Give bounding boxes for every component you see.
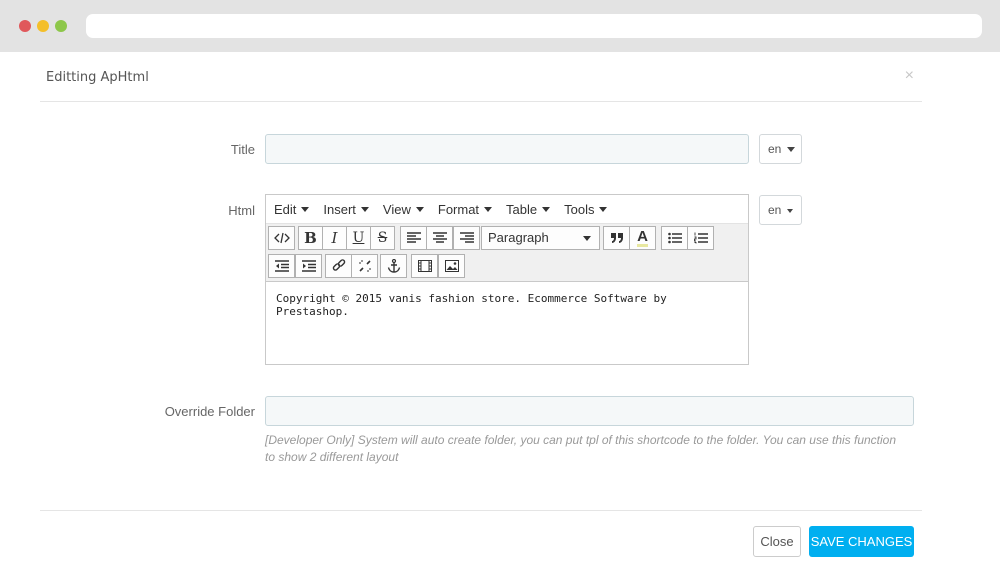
indent-icon bbox=[301, 260, 316, 272]
italic-button[interactable]: I bbox=[322, 226, 347, 250]
title-language-label: en bbox=[768, 142, 782, 156]
browser-chrome bbox=[0, 0, 1000, 52]
underline-button[interactable]: U bbox=[346, 226, 371, 250]
override-folder-input[interactable] bbox=[265, 396, 914, 426]
image-icon bbox=[444, 260, 459, 272]
menu-insert[interactable]: Insert bbox=[317, 202, 375, 217]
menu-label: Table bbox=[506, 201, 538, 217]
modal-header: Editting ApHtml × bbox=[40, 52, 922, 102]
menu-edit[interactable]: Edit bbox=[268, 202, 315, 217]
editor-content-area[interactable]: Copyright © 2015 vanis fashion store. Ec… bbox=[266, 282, 748, 328]
override-folder-label: Override Folder bbox=[164, 404, 255, 419]
close-icon[interactable]: × bbox=[905, 67, 914, 85]
modal-title: Editting ApHtml bbox=[46, 70, 149, 85]
caret-down-icon bbox=[484, 206, 493, 212]
window-close-dot[interactable] bbox=[19, 20, 31, 32]
caret-down-icon bbox=[360, 206, 369, 212]
align-right-button[interactable] bbox=[453, 226, 480, 250]
bold-button[interactable]: B bbox=[298, 226, 323, 250]
html-language-dropdown[interactable]: en bbox=[759, 195, 802, 225]
numbered-list-icon bbox=[693, 232, 708, 244]
window-minimize-dot[interactable] bbox=[37, 20, 49, 32]
caret-down-icon bbox=[599, 206, 608, 212]
caret-down-icon bbox=[583, 236, 591, 241]
insert-media-button[interactable] bbox=[411, 254, 438, 278]
underline-icon: U bbox=[352, 230, 365, 246]
address-bar[interactable] bbox=[86, 14, 982, 38]
align-left-icon bbox=[406, 232, 421, 243]
window-maximize-dot[interactable] bbox=[55, 20, 67, 32]
media-icon bbox=[417, 260, 432, 272]
menu-label: Format bbox=[437, 201, 480, 217]
bullet-list-button[interactable] bbox=[661, 226, 688, 250]
caret-down-icon bbox=[415, 206, 424, 212]
menu-label: Tools bbox=[564, 201, 595, 217]
html-label: Html bbox=[228, 203, 255, 218]
menu-label: Insert bbox=[323, 201, 356, 217]
blockquote-button[interactable] bbox=[603, 226, 630, 250]
modal-footer-divider bbox=[40, 510, 922, 511]
unlink-icon bbox=[358, 260, 371, 272]
close-button[interactable]: Close bbox=[753, 526, 801, 557]
strikethrough-button[interactable]: S bbox=[370, 226, 395, 250]
menu-view[interactable]: View bbox=[377, 202, 430, 217]
override-folder-help-text: [Developer Only] System will auto create… bbox=[265, 433, 897, 464]
source-code-button[interactable] bbox=[268, 226, 295, 250]
save-changes-button[interactable]: SAVE CHANGES bbox=[809, 526, 914, 557]
unlink-button[interactable] bbox=[351, 254, 378, 278]
menu-label: Edit bbox=[274, 201, 297, 217]
align-right-icon bbox=[459, 232, 474, 243]
bullet-list-icon bbox=[667, 232, 682, 244]
caret-down-icon bbox=[786, 147, 795, 153]
toolbar-row-2 bbox=[266, 252, 748, 280]
bold-icon: B bbox=[304, 229, 317, 247]
rich-text-editor: Edit Insert View Format Table Tools B I … bbox=[265, 194, 749, 365]
text-color-button[interactable]: A bbox=[629, 226, 656, 250]
strikethrough-icon: S bbox=[377, 230, 388, 246]
editor-toolbar: B I U S Paragraph A bbox=[266, 224, 748, 282]
text-color-icon: A bbox=[637, 228, 648, 247]
menu-format[interactable]: Format bbox=[432, 202, 498, 217]
link-icon bbox=[332, 259, 345, 271]
numbered-list-button[interactable] bbox=[687, 226, 714, 250]
align-center-icon bbox=[432, 232, 447, 243]
format-select-value: Paragraph bbox=[488, 230, 549, 245]
insert-link-button[interactable] bbox=[325, 254, 352, 278]
caret-down-icon bbox=[786, 208, 793, 213]
title-language-dropdown[interactable]: en bbox=[759, 134, 802, 164]
menu-tools[interactable]: Tools bbox=[558, 202, 613, 217]
blockquote-icon bbox=[610, 233, 623, 243]
align-left-button[interactable] bbox=[400, 226, 427, 250]
anchor-icon bbox=[387, 259, 400, 273]
caret-down-icon bbox=[542, 206, 551, 212]
title-input[interactable] bbox=[265, 134, 749, 164]
caret-down-icon bbox=[301, 206, 310, 212]
italic-icon: I bbox=[331, 229, 338, 247]
outdent-icon bbox=[274, 260, 289, 272]
code-icon bbox=[273, 232, 290, 244]
menu-table[interactable]: Table bbox=[500, 202, 556, 217]
title-label: Title bbox=[230, 142, 255, 157]
align-center-button[interactable] bbox=[426, 226, 453, 250]
menu-label: View bbox=[382, 201, 411, 217]
insert-image-button[interactable] bbox=[438, 254, 465, 278]
editor-menubar: Edit Insert View Format Table Tools bbox=[266, 195, 748, 224]
toolbar-row-1: B I U S Paragraph A bbox=[266, 224, 748, 252]
anchor-button[interactable] bbox=[380, 254, 407, 278]
outdent-button[interactable] bbox=[268, 254, 295, 278]
format-select[interactable]: Paragraph bbox=[481, 226, 600, 250]
indent-button[interactable] bbox=[295, 254, 322, 278]
html-language-label: en bbox=[768, 203, 782, 217]
